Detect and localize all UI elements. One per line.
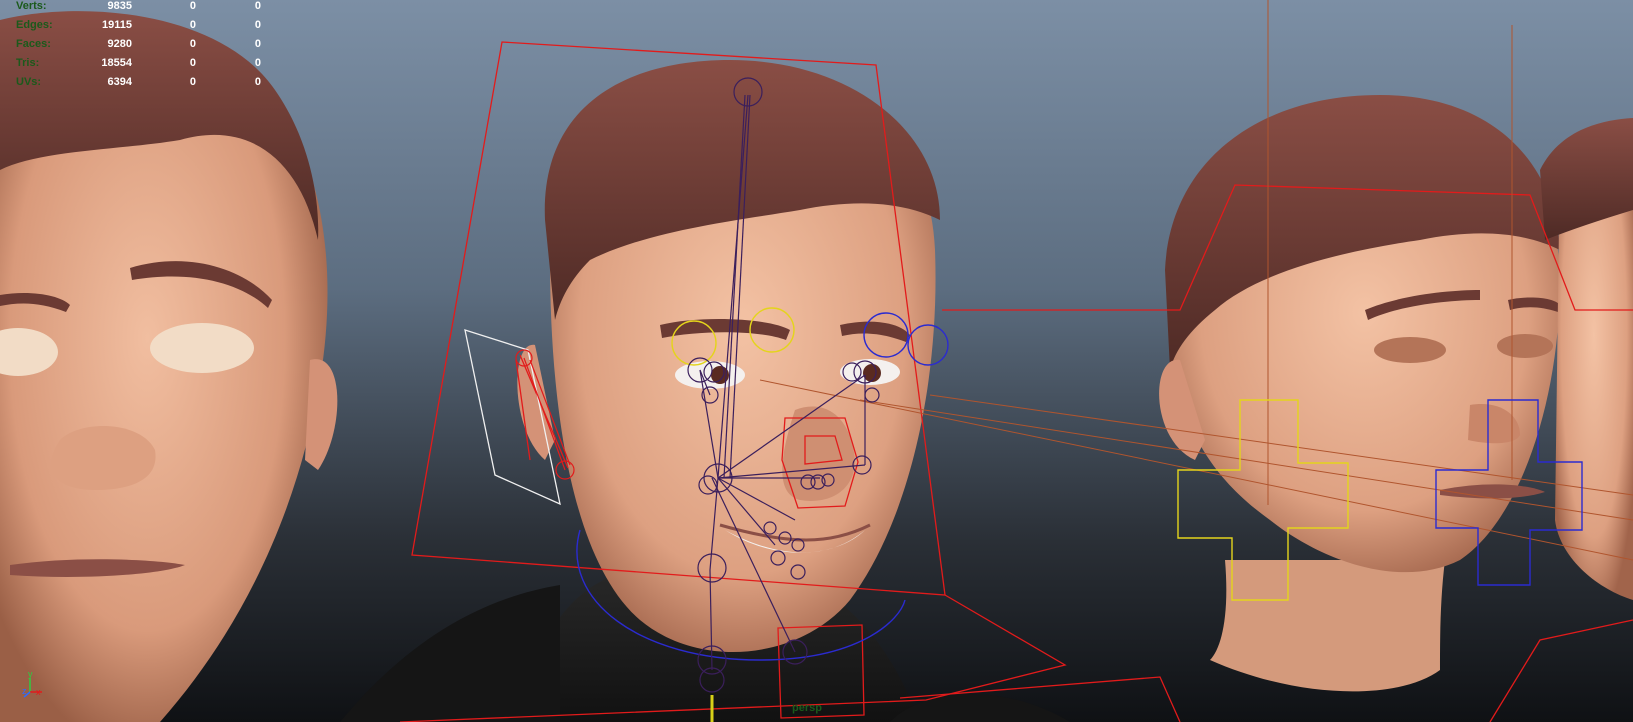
- hud-value: 9835: [107, 0, 132, 12]
- hud-label: Faces:: [16, 38, 51, 50]
- hud-row-verts: Verts: 9835 0 0: [0, 0, 270, 16]
- hud-value: 0: [189, 0, 196, 12]
- hud-value: 18554: [101, 57, 132, 69]
- hud-value: 0: [189, 76, 196, 88]
- hud-value: 6394: [107, 76, 132, 88]
- hud-value: 0: [189, 19, 196, 31]
- hud-value: 19115: [102, 19, 132, 31]
- axis-y-label: y: [28, 670, 33, 679]
- hud-value: 0: [254, 0, 261, 12]
- view-axis-icon: y z x: [22, 670, 42, 698]
- maya-perspective-viewport[interactable]: Verts: 9835 0 0 Edges: 19115 0 0 Faces: …: [0, 0, 1633, 722]
- hud-label: Tris:: [16, 57, 40, 69]
- hud-value: 9280: [107, 38, 132, 50]
- 3d-scene[interactable]: [0, 0, 1633, 722]
- hud-value: 0: [189, 57, 196, 69]
- hud-value: 0: [254, 19, 261, 31]
- hud-value: 0: [254, 38, 261, 50]
- hud-label: Verts:: [16, 0, 47, 12]
- hud-row-tris: Tris: 18554 0 0: [0, 57, 270, 73]
- axis-z-label: z: [22, 686, 27, 696]
- hud-value: 0: [254, 76, 261, 88]
- poly-count-hud: Verts: 9835 0 0 Edges: 19115 0 0 Faces: …: [0, 0, 270, 95]
- left-head-model[interactable]: [0, 11, 338, 722]
- center-head-model[interactable]: [340, 60, 1070, 722]
- axis-x-label: x: [36, 687, 41, 697]
- right-head-model[interactable]: [1159, 95, 1633, 692]
- hud-label: Edges:: [16, 19, 53, 31]
- hud-label: UVs:: [16, 76, 42, 88]
- hud-value: 0: [254, 57, 261, 69]
- hud-value: 0: [189, 38, 196, 50]
- hud-row-faces: Faces: 9280 0 0: [0, 38, 270, 54]
- hud-row-edges: Edges: 19115 0 0: [0, 19, 270, 35]
- camera-name-label: persp: [792, 702, 822, 714]
- hud-row-uvs: UVs: 6394 0 0: [0, 76, 270, 92]
